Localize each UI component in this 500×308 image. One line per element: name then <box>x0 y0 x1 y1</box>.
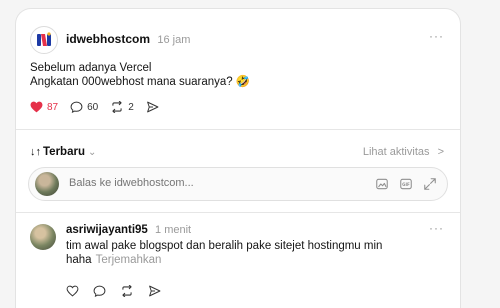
comment-button[interactable]: 60 <box>70 101 98 113</box>
commenter-avatar[interactable] <box>30 224 56 250</box>
reply-input[interactable] <box>69 177 319 189</box>
comment-icon <box>70 101 83 113</box>
comment-more-button[interactable]: ··· <box>429 221 444 235</box>
comment-body: tim awal pake blogspot dan beralih pake … <box>66 239 426 267</box>
like-icon[interactable] <box>66 285 79 297</box>
translate-link[interactable]: Terjemahkan <box>96 254 162 266</box>
image-icon[interactable] <box>375 177 389 191</box>
repost-icon[interactable] <box>120 285 134 297</box>
like-count: 87 <box>47 101 59 113</box>
author-avatar[interactable] <box>30 26 58 54</box>
gif-icon[interactable]: GIF <box>399 177 413 191</box>
send-icon[interactable] <box>148 285 161 297</box>
commenter-username[interactable]: asriwijayanti95 <box>66 224 148 236</box>
view-activity-link[interactable]: Lihat aktivitas > <box>363 146 444 158</box>
view-activity-label: Lihat aktivitas <box>362 146 430 158</box>
reply-tools: GIF <box>365 177 437 191</box>
like-button[interactable]: 87 <box>30 101 58 113</box>
post-line-1: Sebelum adanya Vercel <box>30 62 152 74</box>
comment-icon[interactable] <box>93 285 106 297</box>
comment-actions <box>66 285 175 297</box>
reply-box[interactable]: GIF <box>28 167 448 201</box>
share-button[interactable] <box>146 101 163 113</box>
current-user-avatar <box>35 172 59 196</box>
sort-icon: ↓↑ <box>30 146 41 158</box>
svg-text:GIF: GIF <box>402 182 410 187</box>
heart-filled-icon <box>30 101 43 113</box>
comment-line-1: tim awal pake blogspot dan beralih pake … <box>66 240 383 252</box>
divider <box>16 212 460 213</box>
post-header: idwebhostcom 16 jam <box>66 32 190 46</box>
divider <box>16 129 460 130</box>
post-line-2: Angkatan 000webhost mana suaranya? 🤣 <box>30 76 251 88</box>
repost-button[interactable]: 2 <box>110 101 134 113</box>
comment-line-2: haha Terjemahkan <box>66 253 426 267</box>
repost-count: 2 <box>128 101 134 113</box>
repost-icon <box>112 101 122 113</box>
comment-count: 60 <box>87 101 99 113</box>
post-more-button[interactable]: ··· <box>429 29 444 43</box>
post: idwebhostcom 16 jam ··· Sebelum adanya V… <box>16 9 460 129</box>
idwebhost-logo-icon <box>37 32 51 46</box>
comment-header: asriwijayanti95 1 menit <box>66 224 191 236</box>
thread-card: idwebhostcom 16 jam ··· Sebelum adanya V… <box>15 8 461 308</box>
send-icon <box>146 101 159 113</box>
chevron-right-icon: > <box>437 146 444 158</box>
post-body: Sebelum adanya Vercel Angkatan 000webhos… <box>30 61 250 89</box>
post-time[interactable]: 16 jam <box>157 34 190 46</box>
post-actions: 87 60 2 <box>30 101 175 113</box>
sort-label: Terbaru <box>43 146 85 158</box>
author-username[interactable]: idwebhostcom <box>66 32 150 46</box>
expand-icon[interactable] <box>423 177 437 191</box>
comment-line-2-text: haha <box>66 254 92 266</box>
comment-time[interactable]: 1 menit <box>155 224 191 236</box>
chevron-down-icon: ⌄ <box>87 146 97 158</box>
sort-dropdown[interactable]: ↓↑ Terbaru ⌄ <box>30 146 96 158</box>
